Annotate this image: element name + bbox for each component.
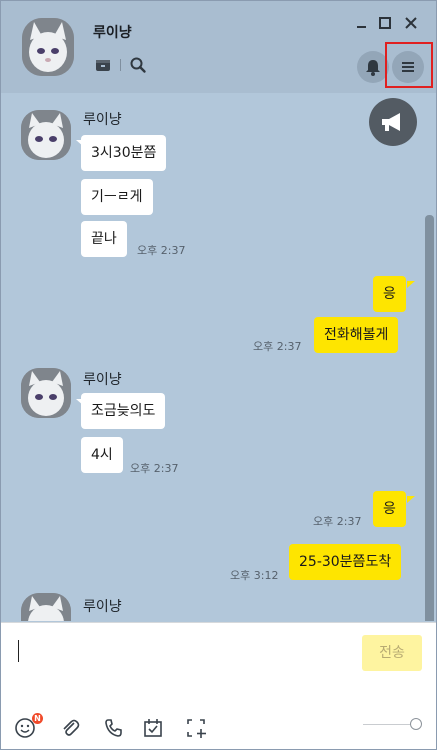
- profile-avatar[interactable]: [22, 18, 74, 76]
- header-divider: [120, 59, 121, 71]
- message-bubble[interactable]: 4시: [81, 437, 123, 473]
- message-bubble[interactable]: 기ㅡㄹ게: [81, 179, 153, 215]
- opacity-slider-handle[interactable]: [410, 718, 422, 730]
- message-time: 오후 2:37: [137, 244, 186, 257]
- phone-icon[interactable]: [102, 717, 124, 739]
- opacity-slider-track: [363, 724, 415, 725]
- message-bubble[interactable]: 조금늦의도: [81, 393, 166, 429]
- my-message-bubble[interactable]: 응: [373, 491, 406, 527]
- chat-header: 루이냥: [1, 1, 436, 93]
- search-icon[interactable]: [129, 56, 147, 74]
- capture-add-icon[interactable]: [185, 717, 207, 739]
- maximize-button[interactable]: [375, 13, 395, 33]
- chat-window: 루이냥 루이냥 3시30분쯤 기ㅡㄹ게 끝나 오후 2:37 응 전화해볼게 오…: [0, 0, 437, 750]
- message-bubble[interactable]: 끝나: [81, 221, 127, 257]
- calendar-check-icon[interactable]: [142, 717, 164, 739]
- message-input-area: 전송 N: [1, 622, 436, 749]
- my-message-bubble[interactable]: 응: [373, 276, 406, 312]
- bubble-tail: [407, 496, 415, 503]
- chat-scrollbar[interactable]: [425, 215, 434, 621]
- sender-avatar[interactable]: [21, 368, 71, 418]
- sender-avatar[interactable]: [21, 110, 71, 160]
- message-bubble[interactable]: 3시30분쯤: [81, 135, 167, 171]
- message-time: 오후 3:12: [230, 569, 279, 582]
- sender-name: 루이냥: [83, 372, 122, 388]
- send-button[interactable]: 전송: [362, 635, 422, 671]
- sender-avatar[interactable]: [21, 593, 71, 621]
- attachment-icon[interactable]: [59, 717, 81, 739]
- message-time: 오후 2:37: [130, 462, 179, 475]
- new-badge: N: [32, 713, 43, 724]
- contact-name: 루이냥: [93, 25, 132, 41]
- message-time: 오후 2:37: [253, 340, 302, 353]
- message-time: 오후 2:37: [313, 515, 362, 528]
- close-button[interactable]: [401, 13, 421, 33]
- message-list[interactable]: 루이냥 3시30분쯤 기ㅡㄹ게 끝나 오후 2:37 응 전화해볼게 오후 2:…: [1, 93, 436, 621]
- sender-name: 루이냥: [83, 599, 122, 615]
- my-message-bubble[interactable]: 전화해볼게: [314, 317, 399, 353]
- my-message-bubble[interactable]: 25-30분쯤도착: [289, 544, 402, 580]
- megaphone-icon: [382, 113, 400, 131]
- minimize-button[interactable]: [351, 13, 371, 33]
- bubble-tail: [407, 281, 415, 288]
- message-input[interactable]: [18, 640, 19, 662]
- announcement-button[interactable]: [369, 98, 417, 146]
- drawer-icon[interactable]: [94, 56, 112, 74]
- menu-highlight-box: [385, 42, 433, 88]
- sender-name: 루이냥: [83, 112, 122, 128]
